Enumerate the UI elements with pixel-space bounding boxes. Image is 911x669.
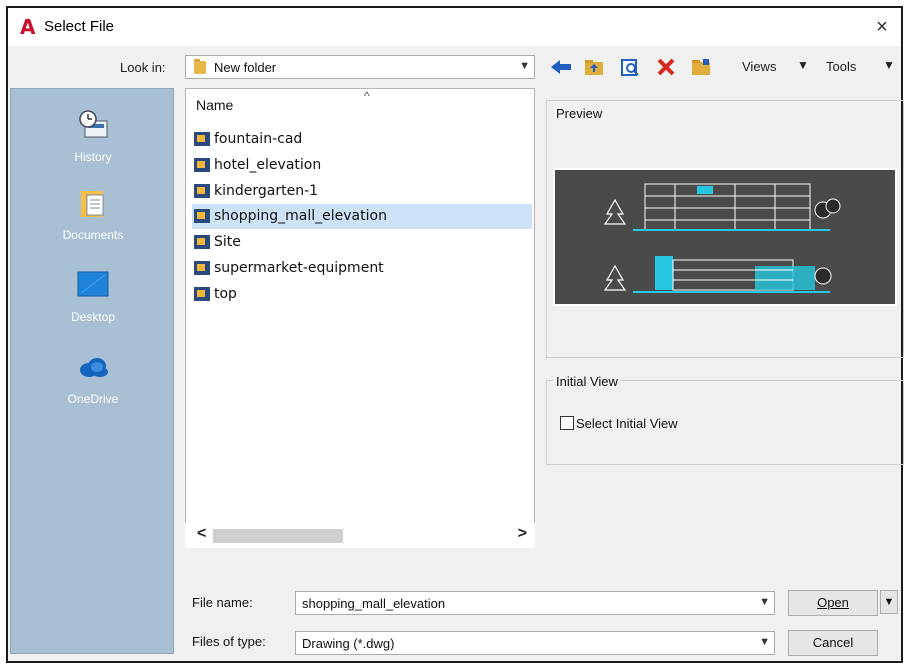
views-menu[interactable]: Views (742, 59, 776, 74)
delete-icon (657, 58, 675, 76)
up-folder-icon (585, 60, 603, 75)
dwg-file-icon (194, 184, 210, 198)
place-onedrive[interactable]: OneDrive (11, 351, 175, 406)
files-of-type-value: Drawing (*.dwg) (302, 636, 395, 651)
open-button-label: Open (817, 595, 849, 610)
title-bar: A Select File × (8, 8, 901, 46)
place-label: OneDrive (67, 392, 119, 406)
folder-icon (194, 59, 206, 74)
sort-ascending-icon: ^ (364, 89, 370, 103)
preview-title: Preview (554, 106, 605, 121)
chevron-down-icon[interactable]: ▼ (759, 596, 770, 608)
name-column-header[interactable]: Name (196, 97, 233, 113)
dwg-file-icon (194, 261, 210, 275)
look-in-label: Look in: (120, 60, 166, 75)
dwg-file-icon (194, 132, 210, 146)
autocad-logo-icon: A (20, 15, 36, 39)
desktop-icon (77, 271, 109, 297)
elevation-drawing-thumbnail (555, 170, 895, 304)
file-name: hotel_elevation (214, 157, 322, 173)
onedrive-icon (80, 358, 108, 377)
create-folder-icon (692, 59, 710, 75)
initial-view-title: Initial View (554, 374, 620, 389)
place-desktop[interactable]: Desktop (11, 269, 175, 324)
file-name-input[interactable]: shopping_mall_elevation ▼ (295, 591, 775, 615)
up-one-level-button[interactable] (582, 55, 606, 79)
file-name: shopping_mall_elevation (214, 208, 387, 224)
place-label: Documents (62, 228, 124, 242)
cancel-button[interactable]: Cancel (788, 630, 878, 656)
dwg-file-icon (194, 209, 210, 223)
select-initial-view-label[interactable]: Select Initial View (576, 416, 678, 431)
views-dropdown-icon[interactable]: ▼ (797, 58, 809, 72)
search-web-icon (621, 59, 639, 76)
drawing-preview-image (553, 168, 897, 306)
search-web-button[interactable] (618, 55, 642, 79)
dwg-file-icon (194, 158, 210, 172)
back-button[interactable] (549, 55, 573, 79)
file-row[interactable]: top (192, 282, 532, 307)
file-row[interactable]: fountain-cad (192, 127, 532, 152)
place-documents[interactable]: Documents (11, 187, 175, 242)
scroll-left-icon[interactable]: < (197, 525, 206, 543)
files-of-type-dropdown[interactable]: Drawing (*.dwg) ▼ (295, 631, 775, 655)
file-name: top (214, 286, 237, 302)
file-row[interactable]: hotel_elevation (192, 153, 532, 178)
file-name: supermarket-equipment (214, 260, 384, 276)
select-initial-view-checkbox[interactable] (560, 416, 574, 430)
horizontal-scrollbar[interactable]: < > (185, 523, 535, 548)
file-name: fountain-cad (214, 131, 303, 147)
cancel-button-label: Cancel (812, 635, 854, 650)
place-label: Desktop (70, 310, 116, 324)
close-button[interactable]: × (867, 12, 897, 42)
dwg-file-icon (194, 287, 210, 301)
places-bar: History Documents Desktop OneDrive (10, 88, 174, 654)
file-list[interactable]: Name ^ fountain-cad hotel_elevation kind… (185, 88, 535, 548)
place-label: History (74, 150, 112, 164)
window-title: Select File (44, 18, 115, 35)
scroll-right-icon[interactable]: > (518, 525, 527, 543)
dwg-file-icon (194, 235, 210, 249)
file-name-label: File name: (192, 595, 253, 610)
documents-icon (81, 191, 104, 217)
chevron-down-icon[interactable]: ▼ (759, 636, 770, 648)
file-row[interactable]: Site (192, 230, 532, 255)
chevron-down-icon: ▼ (519, 60, 530, 72)
tools-menu[interactable]: Tools (826, 59, 856, 74)
file-name: Site (214, 234, 241, 250)
file-name-value: shopping_mall_elevation (302, 596, 446, 611)
files-of-type-label: Files of type: (192, 634, 266, 649)
delete-button[interactable] (654, 55, 678, 79)
tools-dropdown-icon[interactable]: ▼ (883, 58, 895, 72)
back-arrow-icon (551, 60, 571, 74)
create-folder-button[interactable] (689, 55, 713, 79)
file-row[interactable]: supermarket-equipment (192, 256, 532, 281)
place-history[interactable]: History (11, 109, 175, 164)
look-in-value: New folder (214, 60, 277, 75)
look-in-dropdown[interactable]: New folder ▼ (185, 55, 535, 79)
file-row[interactable]: kindergarten-1 (192, 179, 532, 204)
scroll-thumb[interactable] (213, 529, 343, 543)
file-row-selected[interactable]: shopping_mall_elevation (192, 204, 532, 229)
open-options-dropdown[interactable]: ▼ (880, 590, 898, 614)
file-name: kindergarten-1 (214, 183, 319, 199)
history-icon (79, 110, 108, 138)
open-button[interactable]: Open (788, 590, 878, 616)
